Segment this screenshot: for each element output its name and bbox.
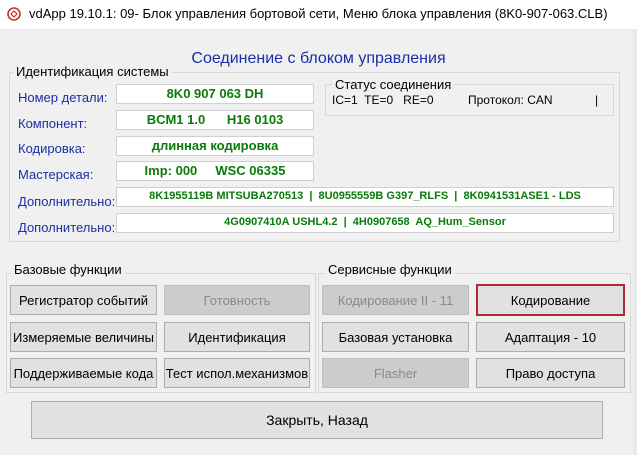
measured-values-button[interactable]: Измеряемые величины bbox=[10, 322, 157, 352]
additional-label-2: Дополнительно: bbox=[18, 220, 116, 235]
close-back-button[interactable]: Закрыть, Назад bbox=[31, 401, 603, 439]
adaptation-10-button[interactable]: Адаптация - 10 bbox=[476, 322, 625, 352]
supported-codes-button[interactable]: Поддерживаемые кода bbox=[10, 358, 157, 388]
coding-button[interactable]: Кодирование bbox=[476, 284, 625, 316]
coding-field: длинная кодировка bbox=[116, 136, 314, 156]
window-title: vdApp 19.10.1: 09- Блок управления борто… bbox=[29, 6, 608, 21]
title-bar[interactable]: vdApp 19.10.1: 09- Блок управления борто… bbox=[0, 0, 637, 30]
access-rights-button[interactable]: Право доступа bbox=[476, 358, 625, 388]
flasher-button[interactable]: Flasher bbox=[322, 358, 469, 388]
activity-indicator: | bbox=[595, 93, 599, 107]
window-edge-scrollbar bbox=[633, 29, 637, 455]
connection-counters: IC=1 TE=0 RE=0 bbox=[332, 93, 434, 107]
readiness-button[interactable]: Готовность bbox=[164, 285, 310, 315]
part-number-label: Номер детали: bbox=[18, 90, 108, 105]
app-icon bbox=[7, 7, 21, 21]
coding-label: Кодировка: bbox=[18, 141, 86, 156]
actuator-test-button[interactable]: Тест испол.механизмов bbox=[164, 358, 310, 388]
service-functions-title: Сервисные функции bbox=[325, 262, 455, 277]
additional-label-1: Дополнительно: bbox=[18, 194, 116, 209]
identification-button[interactable]: Идентификация bbox=[164, 322, 310, 352]
connection-status-title: Статус соединения bbox=[332, 77, 455, 92]
event-recorder-button[interactable]: Регистратор событий bbox=[10, 285, 157, 315]
protocol-text: Протокол: CAN bbox=[468, 93, 553, 107]
component-label: Компонент: bbox=[18, 116, 88, 131]
workshop-field: Imp: 000 WSC 06335 bbox=[116, 161, 314, 181]
basic-setting-button[interactable]: Базовая установка bbox=[322, 322, 469, 352]
coding-11-button[interactable]: Кодирование II - 11 bbox=[322, 285, 469, 315]
basic-functions-title: Базовые функции bbox=[11, 262, 125, 277]
additional-field-1: 8K1955119B MITSUBA270513 | 8U0955559B G3… bbox=[116, 187, 614, 207]
part-number-field: 8K0 907 063 DH bbox=[116, 84, 314, 104]
component-field: BCM1 1.0 H16 0103 bbox=[116, 110, 314, 130]
additional-field-2: 4G0907410A USHL4.2 | 4H0907658 AQ_Hum_Se… bbox=[116, 213, 614, 233]
workshop-label: Мастерская: bbox=[18, 167, 94, 182]
identification-group-title: Идентификация системы bbox=[13, 64, 172, 79]
